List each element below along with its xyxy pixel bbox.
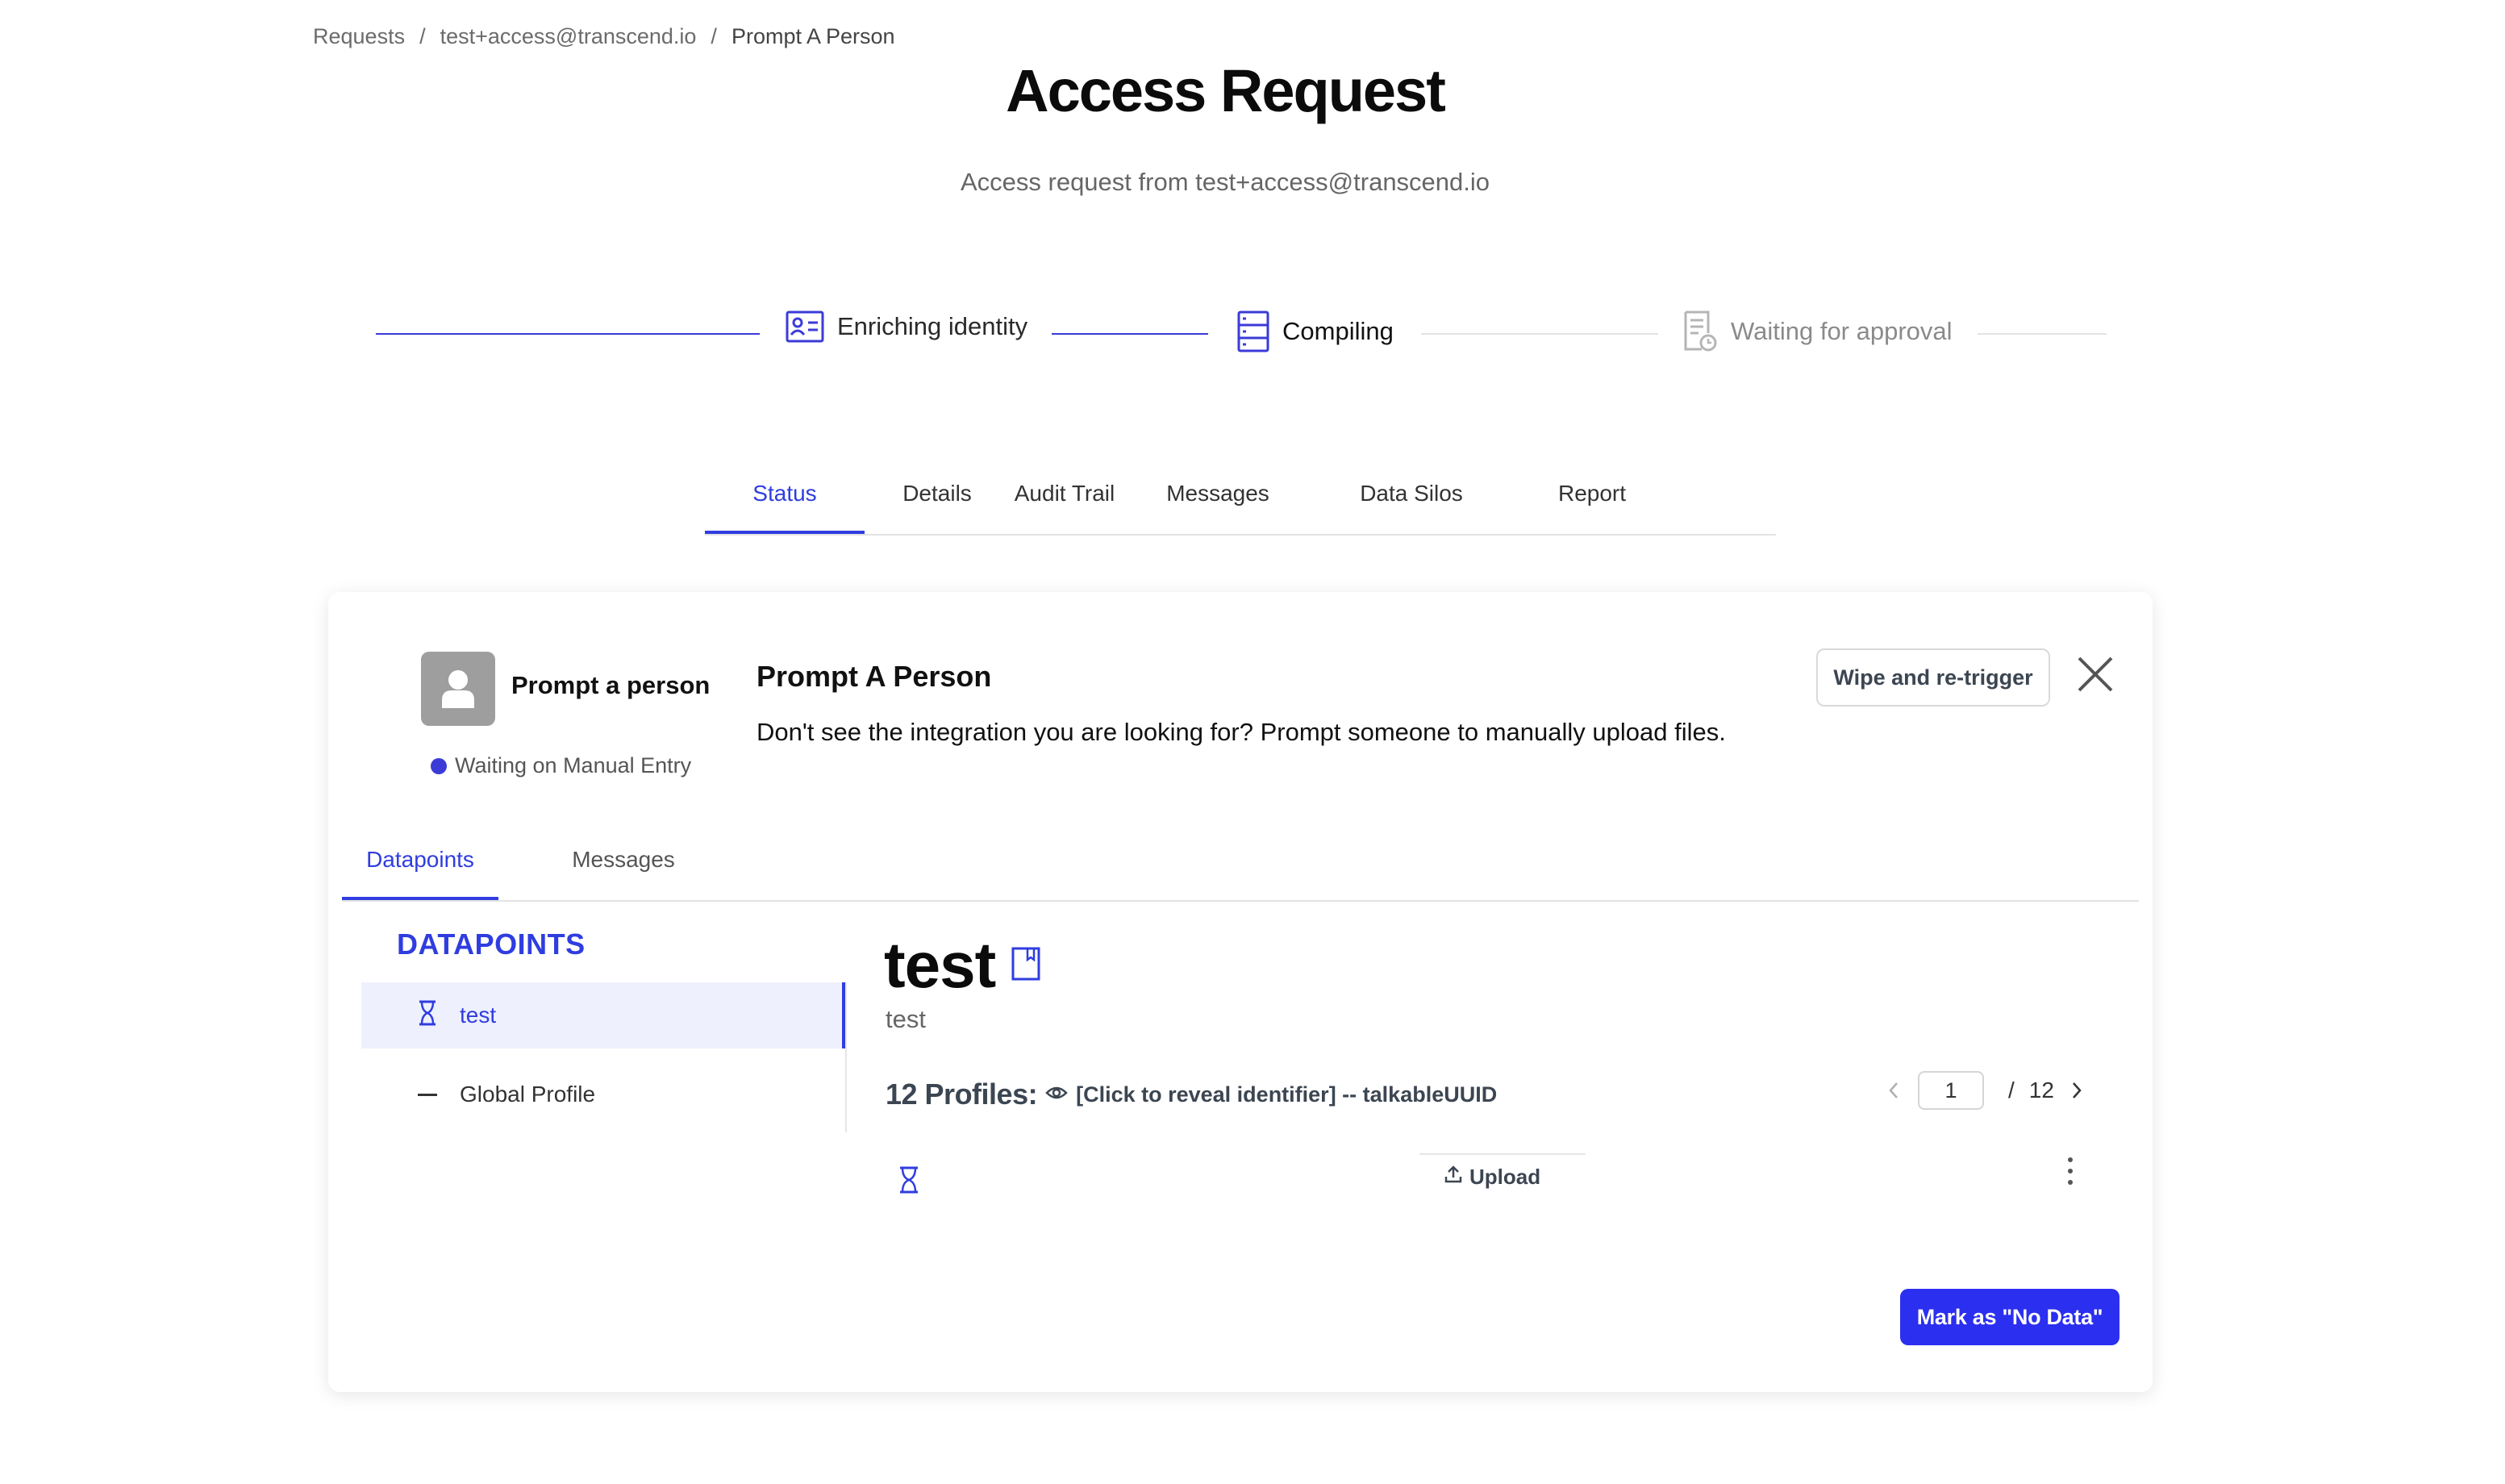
- datapoint-title: test: [884, 929, 996, 1001]
- card-title: Prompt A Person: [757, 660, 992, 693]
- datapoint-item-global-profile[interactable]: Global Profile: [361, 1061, 845, 1128]
- reveal-identifier-link[interactable]: [Click to reveal identifier] -- talkable…: [1076, 1082, 1497, 1107]
- bookmark-icon[interactable]: [1011, 947, 1040, 985]
- id-card-icon: [786, 311, 824, 343]
- breadcrumb-request-email[interactable]: test+access@transcend.io: [440, 24, 697, 49]
- hourglass-icon: [418, 1000, 437, 1032]
- step-label: Compiling: [1282, 317, 1394, 345]
- tab-datapoints[interactable]: Datapoints: [342, 844, 498, 900]
- step-enriching-identity: Enriching identity: [786, 311, 1027, 343]
- eye-icon[interactable]: [1045, 1085, 1068, 1105]
- datapoint-label: Global Profile: [460, 1082, 596, 1107]
- tab-card-messages[interactable]: Messages: [560, 844, 687, 898]
- datapoint-subtitle: test: [886, 1005, 926, 1033]
- page-separator: /: [2008, 1078, 2015, 1103]
- tab-data-silos[interactable]: Data Silos: [1353, 477, 1469, 532]
- breadcrumb-separator: /: [711, 24, 717, 48]
- server-icon: [1237, 311, 1269, 352]
- tab-messages[interactable]: Messages: [1160, 477, 1276, 532]
- tab-details[interactable]: Details: [894, 477, 981, 532]
- upload-icon: [1444, 1165, 1463, 1190]
- progress-line-pending: [1978, 333, 2107, 335]
- close-icon[interactable]: [2073, 652, 2118, 697]
- profiles-row: 12 Profiles: [Click to reveal identifier…: [886, 1078, 1497, 1111]
- hourglass-icon: [898, 1166, 919, 1198]
- step-label: Enriching identity: [837, 312, 1028, 340]
- progress-line-complete: [376, 333, 760, 335]
- progress-line-pending: [1421, 333, 1658, 335]
- upload-label: Upload: [1469, 1165, 1541, 1189]
- page-number-input[interactable]: [1918, 1071, 1984, 1110]
- tab-status[interactable]: Status: [705, 477, 865, 534]
- datapoint-item-test[interactable]: test: [361, 982, 845, 1048]
- status-text: Waiting on Manual Entry: [455, 753, 692, 777]
- status-dot-icon: [431, 757, 447, 774]
- integration-name: Prompt a person: [511, 671, 711, 699]
- datapoint-label: test: [460, 1003, 497, 1028]
- tab-audit-trail[interactable]: Audit Trail: [1007, 477, 1123, 532]
- chevron-right-icon[interactable]: [2054, 1081, 2099, 1100]
- progress-line-complete: [1052, 333, 1208, 335]
- card-tabs: Datapoints Messages: [342, 844, 2139, 902]
- person-icon: [421, 652, 495, 726]
- wipe-and-retrigger-button[interactable]: Wipe and re-trigger: [1816, 648, 2050, 707]
- document-clock-icon: [1684, 311, 1718, 352]
- card-description: Don't see the integration you are lookin…: [757, 718, 1726, 746]
- page-subtitle: Access request from test+access@transcen…: [960, 168, 1490, 196]
- more-options-icon[interactable]: [2058, 1153, 2082, 1189]
- breadcrumb-current: Prompt A Person: [731, 24, 895, 48]
- profiles-count: 12 Profiles:: [886, 1078, 1038, 1111]
- request-tabs: Status Details Audit Trail Messages Data…: [705, 477, 1776, 536]
- upload-divider: [1419, 1153, 1586, 1155]
- page-title: Access Request: [1006, 57, 1446, 124]
- upload-button[interactable]: Upload: [1444, 1165, 1540, 1190]
- page-total: 12: [2028, 1078, 2054, 1103]
- breadcrumb-separator: /: [419, 24, 426, 48]
- dash-icon: [418, 1093, 437, 1096]
- chevron-left-icon[interactable]: [1869, 1081, 1918, 1100]
- tab-report[interactable]: Report: [1531, 477, 1653, 532]
- step-compiling: Compiling: [1237, 311, 1394, 352]
- step-label: Waiting for approval: [1731, 317, 1953, 345]
- step-waiting-for-approval: Waiting for approval: [1684, 311, 1953, 352]
- datapoints-heading: DATAPOINTS: [397, 928, 586, 961]
- breadcrumb: Requests / test+access@transcend.io / Pr…: [313, 24, 895, 49]
- breadcrumb-requests[interactable]: Requests: [313, 24, 405, 49]
- integration-status: Waiting on Manual Entry: [431, 753, 691, 778]
- profile-pagination: / 12: [1869, 1071, 2099, 1110]
- mark-no-data-button[interactable]: Mark as "No Data": [1900, 1289, 2119, 1345]
- datapoints-divider: [845, 982, 847, 1132]
